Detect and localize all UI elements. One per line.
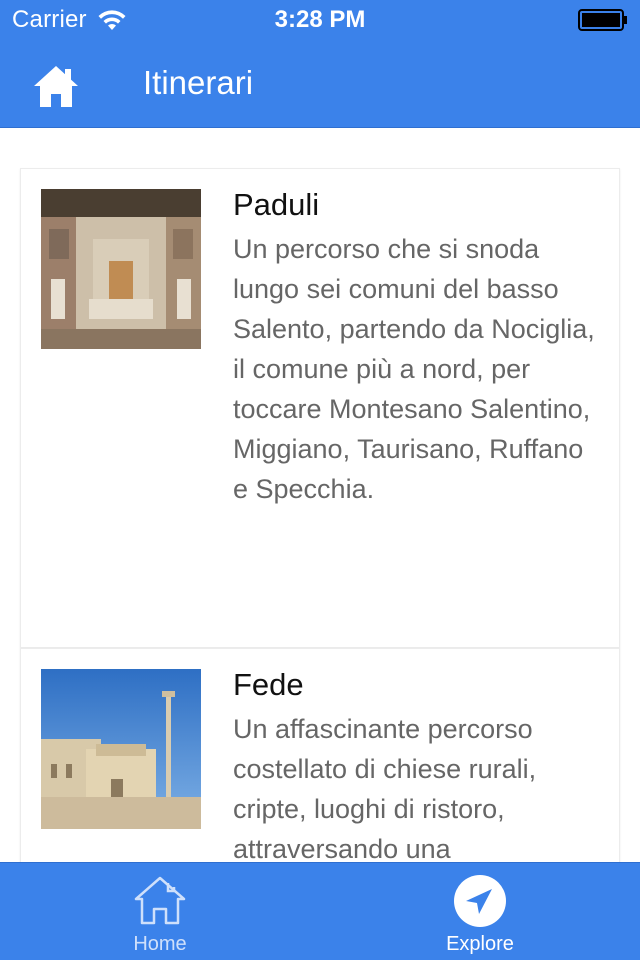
home-icon xyxy=(34,66,78,107)
home-button[interactable] xyxy=(28,58,84,114)
page-title: Itinerari xyxy=(143,64,254,101)
sanctuary-square-image xyxy=(41,669,201,829)
tab-label: Home xyxy=(133,933,187,955)
top-bar: Carrier 3:28 PM Itinerari xyxy=(0,0,640,128)
itinerary-title: Fede xyxy=(233,667,304,702)
home-outline-icon xyxy=(134,876,186,925)
battery-icon xyxy=(578,9,627,31)
itinerary-thumbnail xyxy=(41,189,201,349)
status-time: 3:28 PM xyxy=(274,6,366,33)
itinerary-description: Un affascinante percorso costellato di c… xyxy=(233,714,537,862)
tab-bar: Home Explore xyxy=(0,862,640,960)
itinerary-card-paduli[interactable]: Paduli Un percorso che si snoda lungo se… xyxy=(20,168,620,648)
status-bar: Carrier 3:28 PM xyxy=(0,0,640,40)
navigation-bar: Itinerari xyxy=(0,40,640,128)
itinerary-title: Paduli xyxy=(233,187,320,222)
itinerary-list[interactable]: Paduli Un percorso che si snoda lungo se… xyxy=(0,128,640,862)
itinerary-description: Un percorso che si snoda lungo sei comun… xyxy=(233,234,595,504)
tab-explore[interactable]: Explore xyxy=(320,863,640,960)
itinerary-card-fede[interactable]: Fede Un affascinante percorso costellato… xyxy=(20,648,620,862)
navigation-arrow-icon xyxy=(454,875,506,927)
church-interior-image xyxy=(41,189,201,349)
tab-home[interactable]: Home xyxy=(0,863,320,960)
tab-label: Explore xyxy=(446,933,514,955)
itinerary-thumbnail xyxy=(41,669,201,829)
